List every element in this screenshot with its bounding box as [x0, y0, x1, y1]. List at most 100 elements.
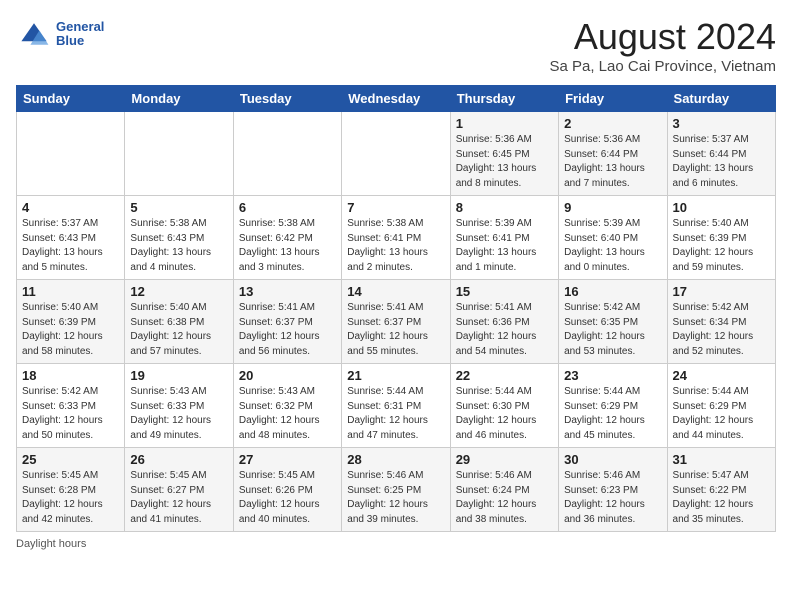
day-info: Sunrise: 5:42 AM Sunset: 6:35 PM Dayligh… — [564, 301, 661, 359]
day-info: Sunrise: 5:39 AM Sunset: 6:41 PM Dayligh… — [456, 217, 553, 275]
day-number: 23 — [564, 368, 661, 383]
calendar-header-row: SundayMondayTuesdayWednesdayThursdayFrid… — [17, 86, 776, 112]
calendar-cell: 31 Sunrise: 5:47 AM Sunset: 6:22 PM Dayli… — [667, 448, 775, 532]
day-number: 21 — [347, 368, 444, 383]
day-info: Sunrise: 5:44 AM Sunset: 6:29 PM Dayligh… — [564, 385, 661, 443]
day-number: 29 — [456, 452, 553, 467]
logo-line2: Blue — [56, 34, 104, 48]
day-number: 6 — [239, 200, 336, 215]
day-number: 5 — [130, 200, 227, 215]
column-header-tuesday: Tuesday — [233, 86, 341, 112]
calendar-cell: 18Sunrise: 5:42 AM Sunset: 6:33 PM Dayli… — [17, 364, 125, 448]
column-header-friday: Friday — [559, 86, 667, 112]
day-number: 2 — [564, 116, 661, 131]
calendar-cell: 23 Sunrise: 5:44 AM Sunset: 6:29 PM Dayli… — [559, 364, 667, 448]
title-area: August 2024 Sa Pa, Lao Cai Province, Vie… — [549, 16, 776, 75]
column-header-sunday: Sunday — [17, 86, 125, 112]
day-number: 12 — [130, 284, 227, 299]
calendar-cell: 24Sunrise: 5:44 AM Sunset: 6:29 PM Dayli… — [667, 364, 775, 448]
day-number: 30 — [564, 452, 661, 467]
calendar-cell — [342, 112, 450, 196]
day-number: 27 — [239, 452, 336, 467]
calendar-cell: 16 Sunrise: 5:42 AM Sunset: 6:35 PM Dayli… — [559, 280, 667, 364]
day-info: Sunrise: 5:39 AM Sunset: 6:40 PM Dayligh… — [564, 217, 661, 275]
day-info: Sunrise: 5:40 AM Sunset: 6:39 PM Dayligh… — [673, 217, 770, 275]
calendar-cell: 27 Sunrise: 5:45 AM Sunset: 6:26 PM Dayli… — [233, 448, 341, 532]
calendar-cell: 11Sunrise: 5:40 AM Sunset: 6:39 PM Dayli… — [17, 280, 125, 364]
day-number: 16 — [564, 284, 661, 299]
day-info: Sunrise: 5:47 AM Sunset: 6:22 PM Dayligh… — [673, 469, 770, 527]
column-header-wednesday: Wednesday — [342, 86, 450, 112]
day-info: Sunrise: 5:37 AM Sunset: 6:43 PM Dayligh… — [22, 217, 119, 275]
calendar-cell: 1 Sunrise: 5:36 AM Sunset: 6:45 PM Daylig… — [450, 112, 558, 196]
day-info: Sunrise: 5:38 AM Sunset: 6:43 PM Dayligh… — [130, 217, 227, 275]
calendar-cell: 28 Sunrise: 5:46 AM Sunset: 6:25 PM Dayli… — [342, 448, 450, 532]
week-row-2: 4Sunrise: 5:37 AM Sunset: 6:43 PM Daylig… — [17, 196, 776, 280]
day-number: 7 — [347, 200, 444, 215]
day-info: Sunrise: 5:41 AM Sunset: 6:36 PM Dayligh… — [456, 301, 553, 359]
day-info: Sunrise: 5:45 AM Sunset: 6:27 PM Dayligh… — [130, 469, 227, 527]
day-number: 3 — [673, 116, 770, 131]
week-row-5: 25 Sunrise: 5:45 AM Sunset: 6:28 PM Dayli… — [17, 448, 776, 532]
calendar-cell: 26 Sunrise: 5:45 AM Sunset: 6:27 PM Dayli… — [125, 448, 233, 532]
day-number: 19 — [130, 368, 227, 383]
calendar-cell: 8Sunrise: 5:39 AM Sunset: 6:41 PM Daylig… — [450, 196, 558, 280]
calendar-cell: 29Sunrise: 5:46 AM Sunset: 6:24 PM Dayli… — [450, 448, 558, 532]
day-info: Sunrise: 5:42 AM Sunset: 6:34 PM Dayligh… — [673, 301, 770, 359]
calendar-cell: 2 Sunrise: 5:36 AM Sunset: 6:44 PM Daylig… — [559, 112, 667, 196]
calendar-cell: 17 Sunrise: 5:42 AM Sunset: 6:34 PM Dayli… — [667, 280, 775, 364]
calendar-cell — [125, 112, 233, 196]
day-info: Sunrise: 5:38 AM Sunset: 6:42 PM Dayligh… — [239, 217, 336, 275]
day-info: Sunrise: 5:41 AM Sunset: 6:37 PM Dayligh… — [347, 301, 444, 359]
day-number: 26 — [130, 452, 227, 467]
column-header-saturday: Saturday — [667, 86, 775, 112]
day-number: 20 — [239, 368, 336, 383]
week-row-4: 18Sunrise: 5:42 AM Sunset: 6:33 PM Dayli… — [17, 364, 776, 448]
day-info: Sunrise: 5:46 AM Sunset: 6:25 PM Dayligh… — [347, 469, 444, 527]
calendar-cell: 22Sunrise: 5:44 AM Sunset: 6:30 PM Dayli… — [450, 364, 558, 448]
day-info: Sunrise: 5:36 AM Sunset: 6:45 PM Dayligh… — [456, 133, 553, 191]
calendar-cell: 13Sunrise: 5:41 AM Sunset: 6:37 PM Dayli… — [233, 280, 341, 364]
day-number: 25 — [22, 452, 119, 467]
column-header-thursday: Thursday — [450, 86, 558, 112]
day-info: Sunrise: 5:36 AM Sunset: 6:44 PM Dayligh… — [564, 133, 661, 191]
calendar-cell: 10 Sunrise: 5:40 AM Sunset: 6:39 PM Dayli… — [667, 196, 775, 280]
calendar-cell: 20 Sunrise: 5:43 AM Sunset: 6:32 PM Dayli… — [233, 364, 341, 448]
day-info: Sunrise: 5:40 AM Sunset: 6:39 PM Dayligh… — [22, 301, 119, 359]
day-info: Sunrise: 5:44 AM Sunset: 6:31 PM Dayligh… — [347, 385, 444, 443]
subtitle: Sa Pa, Lao Cai Province, Vietnam — [549, 58, 776, 75]
day-info: Sunrise: 5:43 AM Sunset: 6:33 PM Dayligh… — [130, 385, 227, 443]
column-header-monday: Monday — [125, 86, 233, 112]
day-number: 18 — [22, 368, 119, 383]
calendar-cell: 30Sunrise: 5:46 AM Sunset: 6:23 PM Dayli… — [559, 448, 667, 532]
day-number: 15 — [456, 284, 553, 299]
day-info: Sunrise: 5:43 AM Sunset: 6:32 PM Dayligh… — [239, 385, 336, 443]
day-number: 17 — [673, 284, 770, 299]
day-info: Sunrise: 5:45 AM Sunset: 6:28 PM Dayligh… — [22, 469, 119, 527]
day-number: 10 — [673, 200, 770, 215]
day-info: Sunrise: 5:44 AM Sunset: 6:30 PM Dayligh… — [456, 385, 553, 443]
day-number: 31 — [673, 452, 770, 467]
day-number: 14 — [347, 284, 444, 299]
page-header: General Blue August 2024 Sa Pa, Lao Cai … — [16, 16, 776, 75]
day-info: Sunrise: 5:45 AM Sunset: 6:26 PM Dayligh… — [239, 469, 336, 527]
day-number: 28 — [347, 452, 444, 467]
footer-note: Daylight hours — [16, 538, 776, 550]
calendar-cell: 21 Sunrise: 5:44 AM Sunset: 6:31 PM Dayli… — [342, 364, 450, 448]
calendar-cell: 6 Sunrise: 5:38 AM Sunset: 6:42 PM Daylig… — [233, 196, 341, 280]
calendar-cell: 25 Sunrise: 5:45 AM Sunset: 6:28 PM Dayli… — [17, 448, 125, 532]
calendar-table: SundayMondayTuesdayWednesdayThursdayFrid… — [16, 85, 776, 532]
day-info: Sunrise: 5:38 AM Sunset: 6:41 PM Dayligh… — [347, 217, 444, 275]
calendar-cell: 15 Sunrise: 5:41 AM Sunset: 6:36 PM Dayli… — [450, 280, 558, 364]
calendar-cell: 4Sunrise: 5:37 AM Sunset: 6:43 PM Daylig… — [17, 196, 125, 280]
calendar-cell: 9Sunrise: 5:39 AM Sunset: 6:40 PM Daylig… — [559, 196, 667, 280]
calendar-cell — [233, 112, 341, 196]
calendar-cell: 12 Sunrise: 5:40 AM Sunset: 6:38 PM Dayli… — [125, 280, 233, 364]
main-title: August 2024 — [549, 16, 776, 58]
calendar-cell: 14 Sunrise: 5:41 AM Sunset: 6:37 PM Dayli… — [342, 280, 450, 364]
day-info: Sunrise: 5:44 AM Sunset: 6:29 PM Dayligh… — [673, 385, 770, 443]
calendar-cell: 7 Sunrise: 5:38 AM Sunset: 6:41 PM Daylig… — [342, 196, 450, 280]
logo-line1: General — [56, 20, 104, 34]
day-info: Sunrise: 5:40 AM Sunset: 6:38 PM Dayligh… — [130, 301, 227, 359]
day-number: 1 — [456, 116, 553, 131]
